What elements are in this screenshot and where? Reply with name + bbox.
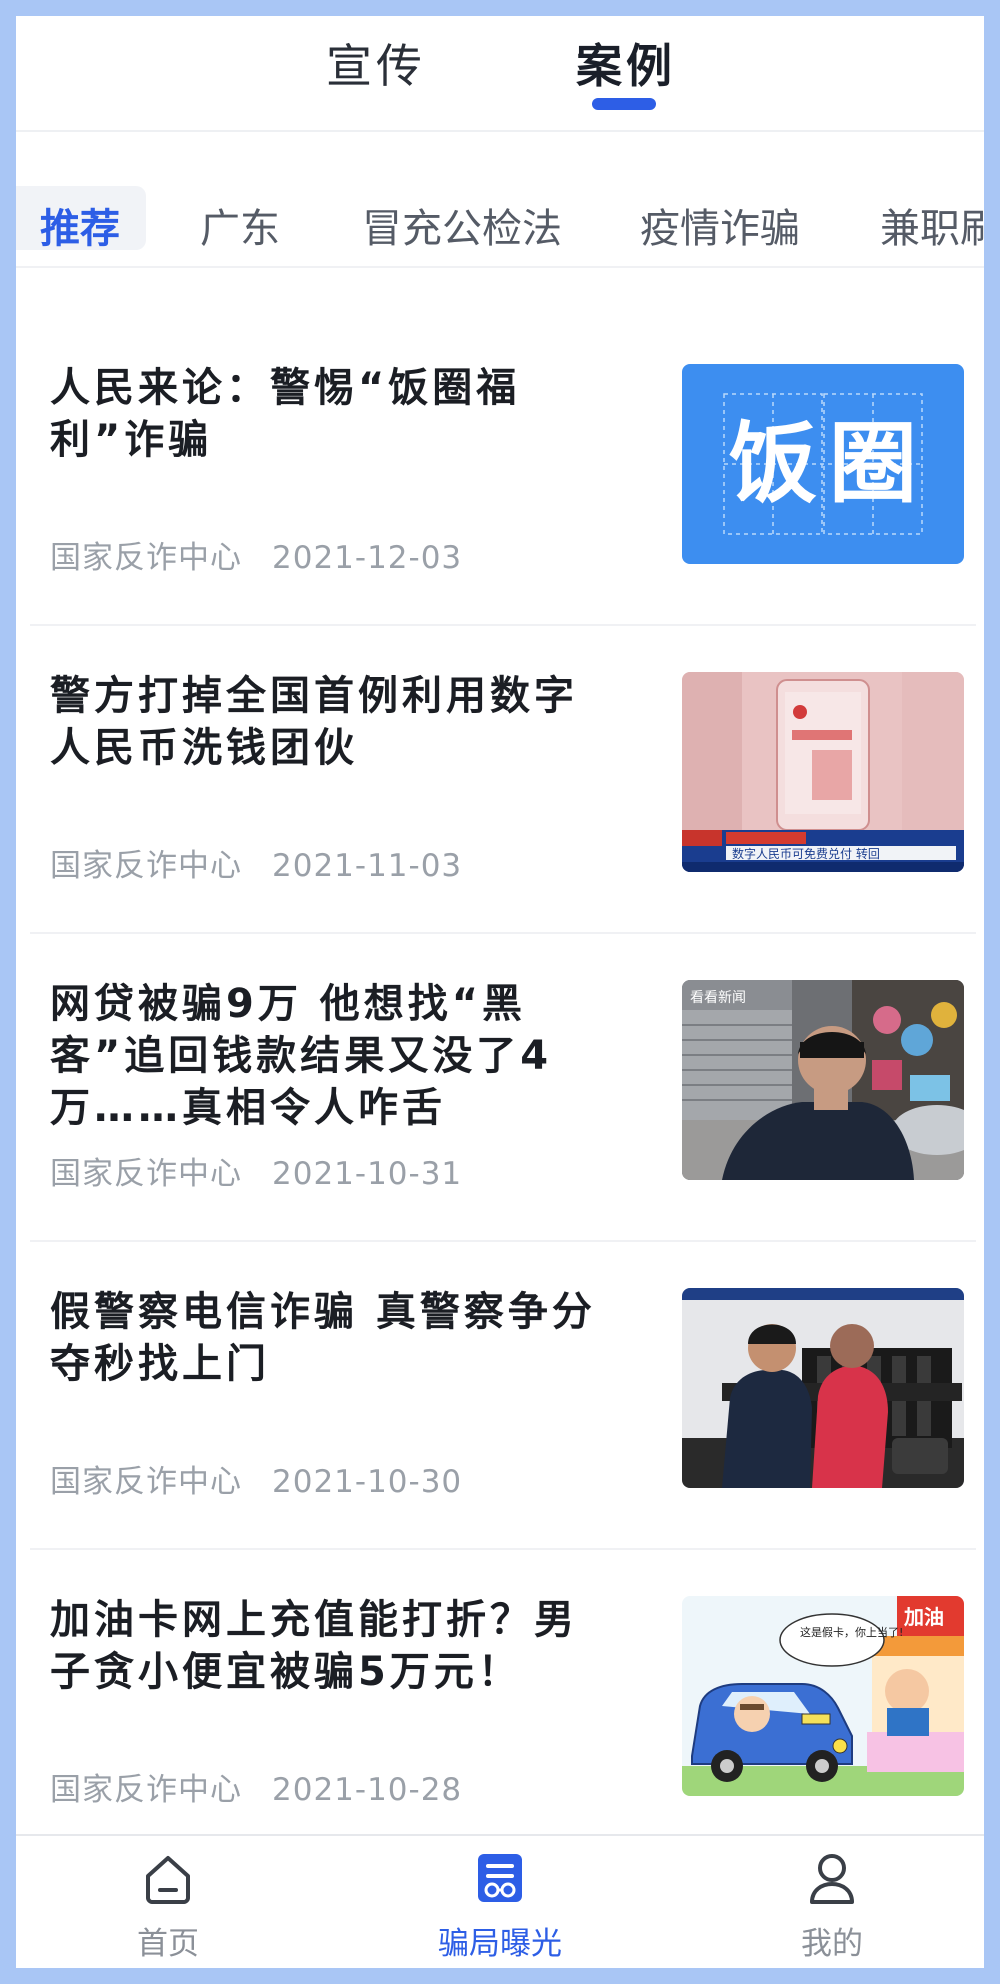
article-source: 国家反诈中心	[50, 1464, 242, 1500]
cartoon-gas-station: 加油 这是假卡，你上当了!	[682, 1596, 964, 1796]
article-thumbnail	[682, 1288, 964, 1488]
street-man-photo: 看看新闻	[682, 980, 964, 1180]
digital-rmb-news-image: 数字人民币可免费兑付 转回	[682, 672, 964, 872]
article-title: 假警察电信诈骗 真警察争分夺秒找上门	[50, 1289, 596, 1387]
nav-profile[interactable]: 我的	[732, 1836, 932, 1968]
article-item[interactable]: 网贷被骗9万 他想找“黑客”追回钱款结果又没了4万……真相令人咋舌 国家反诈中心…	[30, 936, 976, 1242]
article-source: 国家反诈中心	[50, 1772, 242, 1808]
article-meta: 国家反诈中心 2021-10-28	[50, 1764, 462, 1809]
article-source: 国家反诈中心	[50, 540, 242, 576]
article-title: 人民来论：警惕“饭圈福利”诈骗	[50, 365, 521, 463]
article-item[interactable]: 加油卡网上充值能打折？男子贪小便宜被骗5万元！ 国家反诈中心 2021-10-28…	[30, 1552, 976, 1858]
article-source: 国家反诈中心	[50, 848, 242, 884]
watermark: 看看新闻	[690, 990, 746, 1006]
home-icon	[146, 1856, 190, 1904]
police-bench-photo	[682, 1288, 964, 1488]
article-date: 2021-10-28	[272, 1772, 463, 1808]
profile-icon	[810, 1854, 854, 1904]
article-meta: 国家反诈中心 2021-10-31	[50, 1148, 462, 1193]
fanquan-graphic: 饭 圈	[682, 364, 964, 564]
article-title: 加油卡网上充值能打折？男子贪小便宜被骗5万元！	[50, 1597, 578, 1695]
category-part-time[interactable]: 兼职刷	[880, 196, 984, 254]
nav-label-home: 首页	[137, 1926, 199, 1962]
article-date: 2021-10-30	[272, 1464, 463, 1500]
bottom-nav: 首页 骗局曝光 我的	[16, 1834, 984, 1968]
top-tab-bar: 宣传 案例	[16, 16, 984, 132]
nav-home[interactable]: 首页	[68, 1836, 268, 1968]
active-tab-indicator	[592, 98, 656, 110]
article-item[interactable]: 警方打掉全国首例利用数字人民币洗钱团伙 国家反诈中心 2021-11-03 数字人…	[30, 628, 976, 934]
article-thumbnail: 饭 圈	[682, 364, 964, 564]
article-date: 2021-10-31	[272, 1156, 463, 1192]
category-impersonation[interactable]: 冒充公检法	[362, 196, 562, 254]
nav-scam-exposure[interactable]: 骗局曝光	[400, 1836, 600, 1968]
article-date: 2021-12-03	[272, 540, 463, 576]
article-title: 警方打掉全国首例利用数字人民币洗钱团伙	[50, 673, 578, 771]
article-meta: 国家反诈中心 2021-11-03	[50, 840, 462, 885]
exposure-icon	[478, 1854, 522, 1902]
category-epidemic-fraud[interactable]: 疫情诈骗	[640, 196, 800, 254]
article-source: 国家反诈中心	[50, 1156, 242, 1192]
news-caption: 数字人民币可免费兑付 转回	[732, 846, 880, 861]
gas-sign: 加油	[903, 1605, 944, 1629]
category-bar[interactable]: 推荐 广东 冒充公检法 疫情诈骗 兼职刷	[16, 134, 984, 268]
article-item[interactable]: 假警察电信诈骗 真警察争分夺秒找上门 国家反诈中心 2021-10-30	[30, 1244, 976, 1550]
app-screen: 宣传 案例 推荐 广东 冒充公检法 疫情诈骗 兼职刷 人民来论：警惕“饭圈福利”…	[16, 16, 984, 1968]
speech-bubble: 这是假卡，你上当了!	[800, 1625, 903, 1639]
category-recommended[interactable]: 推荐	[40, 196, 120, 254]
tab-cases[interactable]: 案例	[576, 30, 676, 96]
article-thumbnail: 看看新闻	[682, 980, 964, 1180]
article-meta: 国家反诈中心 2021-12-03	[50, 532, 462, 577]
nav-label-profile: 我的	[801, 1926, 863, 1962]
article-item[interactable]: 人民来论：警惕“饭圈福利”诈骗 国家反诈中心 2021-12-03 饭 圈	[30, 320, 976, 626]
article-thumbnail: 数字人民币可免费兑付 转回	[682, 672, 964, 872]
article-meta: 国家反诈中心 2021-10-30	[50, 1456, 462, 1501]
article-thumbnail: 加油 这是假卡，你上当了!	[682, 1596, 964, 1796]
article-date: 2021-11-03	[272, 848, 463, 884]
article-title: 网贷被骗9万 他想找“黑客”追回钱款结果又没了4万……真相令人咋舌	[50, 981, 553, 1131]
nav-label-exposure: 骗局曝光	[438, 1926, 562, 1962]
thumb-char-1: 饭	[729, 412, 817, 515]
category-guangdong[interactable]: 广东	[200, 196, 280, 254]
thumb-char-2: 圈	[829, 412, 917, 515]
tab-promotion[interactable]: 宣传	[326, 30, 426, 96]
